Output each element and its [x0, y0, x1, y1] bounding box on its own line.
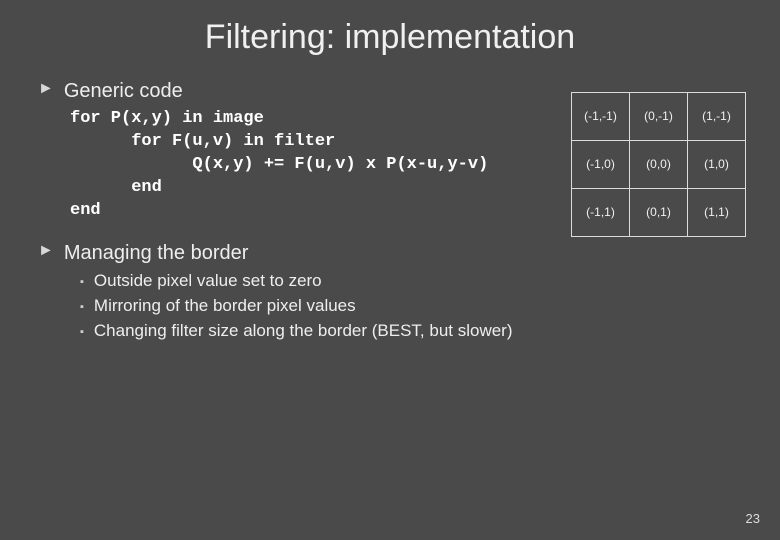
page-number: 23: [746, 511, 760, 526]
table-row: (-1,1) (0,1) (1,1): [572, 189, 746, 237]
grid-cell: (1,1): [688, 189, 746, 237]
bullet-text-generic: Generic code: [64, 79, 183, 104]
sub-text: Mirroring of the border pixel values: [94, 295, 356, 318]
sub-item: ▪ Mirroring of the border pixel values: [80, 295, 744, 318]
bullet-text-border: Managing the border: [64, 241, 249, 266]
triangle-bullet-icon: ►: [38, 79, 54, 100]
square-bullet-icon: ▪: [80, 276, 84, 288]
grid-cell: (0,0): [630, 141, 688, 189]
table-row: (-1,0) (0,0) (1,0): [572, 141, 746, 189]
grid-cell: (-1,-1): [572, 93, 630, 141]
code-line: for P(x,y) in image: [70, 109, 264, 128]
grid-cell: (-1,1): [572, 189, 630, 237]
square-bullet-icon: ▪: [80, 301, 84, 313]
sub-text: Changing filter size along the border (B…: [94, 320, 513, 343]
coordinate-grid: (-1,-1) (0,-1) (1,-1) (-1,0) (0,0) (1,0)…: [571, 92, 746, 237]
triangle-bullet-icon: ►: [38, 241, 54, 262]
sub-text: Outside pixel value set to zero: [94, 270, 322, 293]
border-sub-list: ▪ Outside pixel value set to zero ▪ Mirr…: [80, 270, 744, 343]
bullet-managing-border: ► Managing the border: [36, 241, 744, 266]
grid-cell: (0,1): [630, 189, 688, 237]
slide: Filtering: implementation ► Generic code…: [0, 0, 780, 540]
grid-cell: (1,0): [688, 141, 746, 189]
grid-cell: (-1,0): [572, 141, 630, 189]
sub-item: ▪ Outside pixel value set to zero: [80, 270, 744, 293]
code-line: for F(u,v) in filter: [70, 132, 335, 151]
code-line: end: [70, 201, 101, 220]
slide-title: Filtering: implementation: [36, 18, 744, 57]
grid-cell: (0,-1): [630, 93, 688, 141]
sub-item: ▪ Changing filter size along the border …: [80, 320, 744, 343]
square-bullet-icon: ▪: [80, 326, 84, 338]
grid-cell: (1,-1): [688, 93, 746, 141]
table-row: (-1,-1) (0,-1) (1,-1): [572, 93, 746, 141]
code-line: end: [70, 178, 162, 197]
code-line: Q(x,y) += F(u,v) x P(x-u,y-v): [70, 155, 488, 174]
